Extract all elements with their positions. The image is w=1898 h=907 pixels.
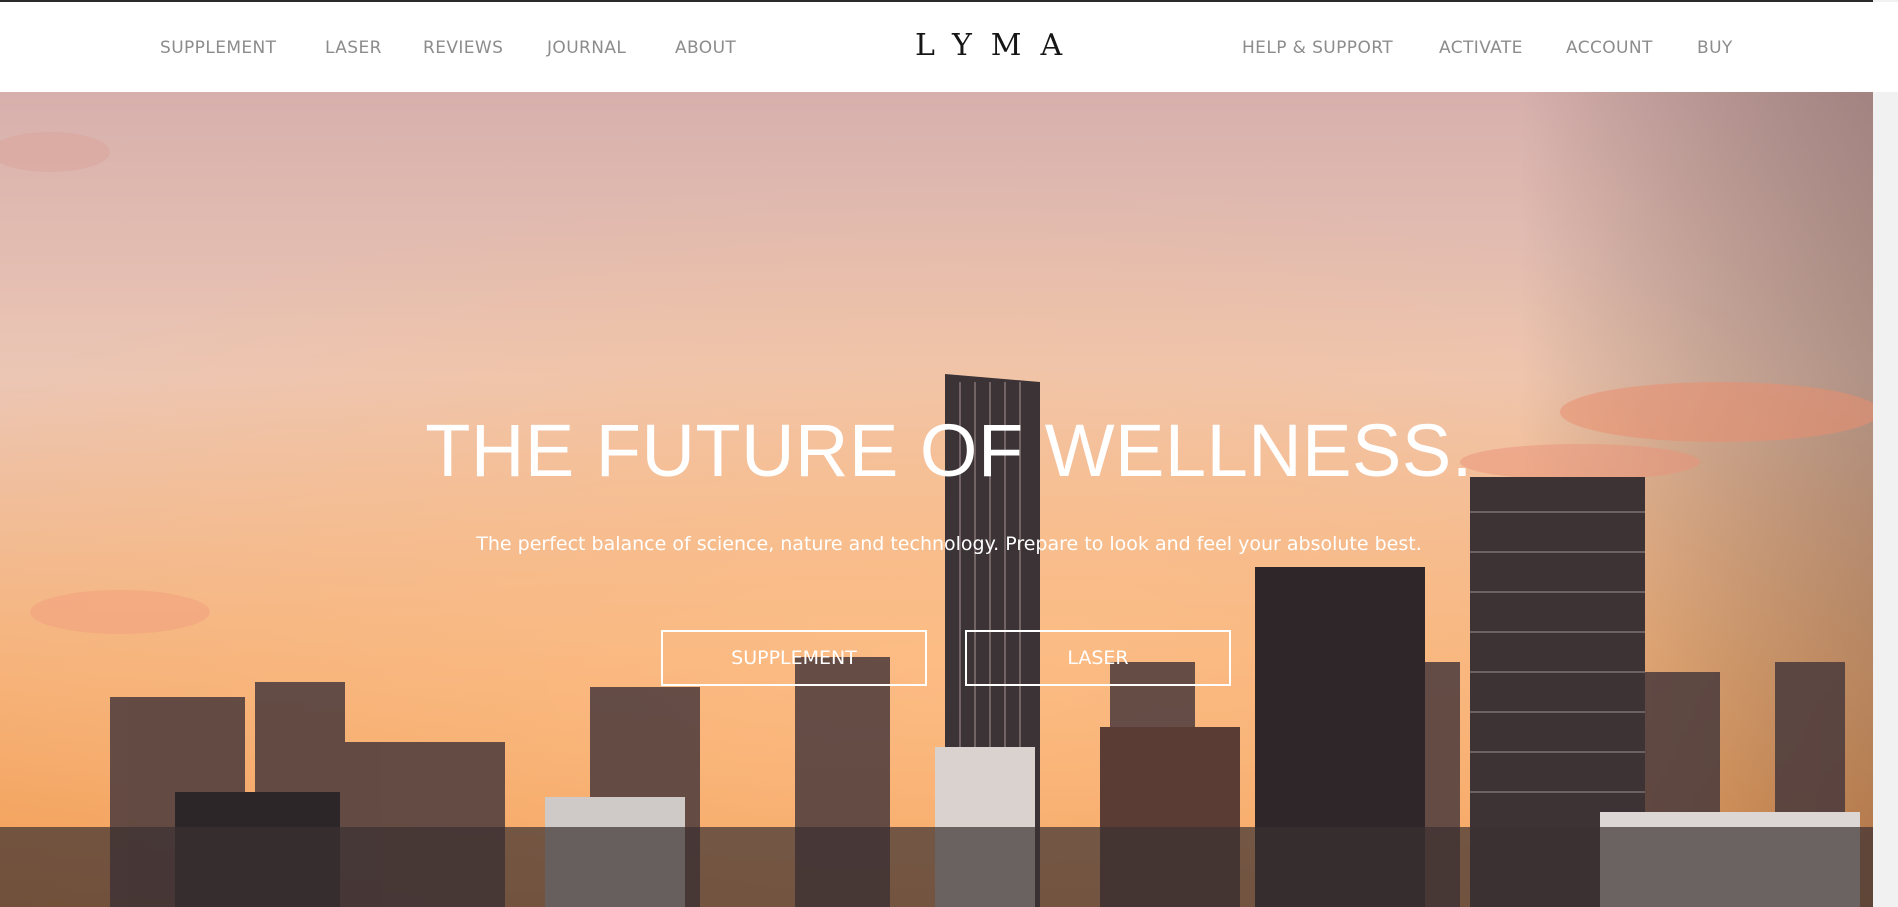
brand-logo[interactable]: LYMA	[915, 28, 1081, 63]
city-skyline-background	[0, 92, 1898, 907]
hero-title: THE FUTURE OF WELLNESS.	[425, 409, 1473, 492]
nav-link-reviews[interactable]: REVIEWS	[423, 38, 503, 58]
supplement-button[interactable]: SUPPLEMENT	[661, 630, 927, 686]
nav-link-help-support[interactable]: HELP & SUPPORT	[1242, 38, 1393, 58]
nav-link-supplement[interactable]: SUPPLEMENT	[160, 38, 276, 58]
nav-link-about[interactable]: ABOUT	[675, 38, 736, 58]
site-header: SUPPLEMENT LASER REVIEWS JOURNAL ABOUT L…	[0, 2, 1898, 92]
hero-section: THE FUTURE OF WELLNESS. The perfect bala…	[0, 92, 1898, 907]
nav-link-activate[interactable]: ACTIVATE	[1439, 38, 1523, 58]
hero-subtitle: The perfect balance of science, nature a…	[476, 533, 1422, 555]
page: SUPPLEMENT LASER REVIEWS JOURNAL ABOUT L…	[0, 0, 1898, 907]
nav-link-journal[interactable]: JOURNAL	[547, 38, 626, 58]
laser-button[interactable]: LASER	[965, 630, 1231, 686]
nav-link-account[interactable]: ACCOUNT	[1566, 38, 1653, 58]
nav-link-laser[interactable]: LASER	[325, 38, 382, 58]
scrollbar[interactable]	[1873, 0, 1898, 907]
nav-link-buy[interactable]: BUY	[1697, 38, 1733, 58]
